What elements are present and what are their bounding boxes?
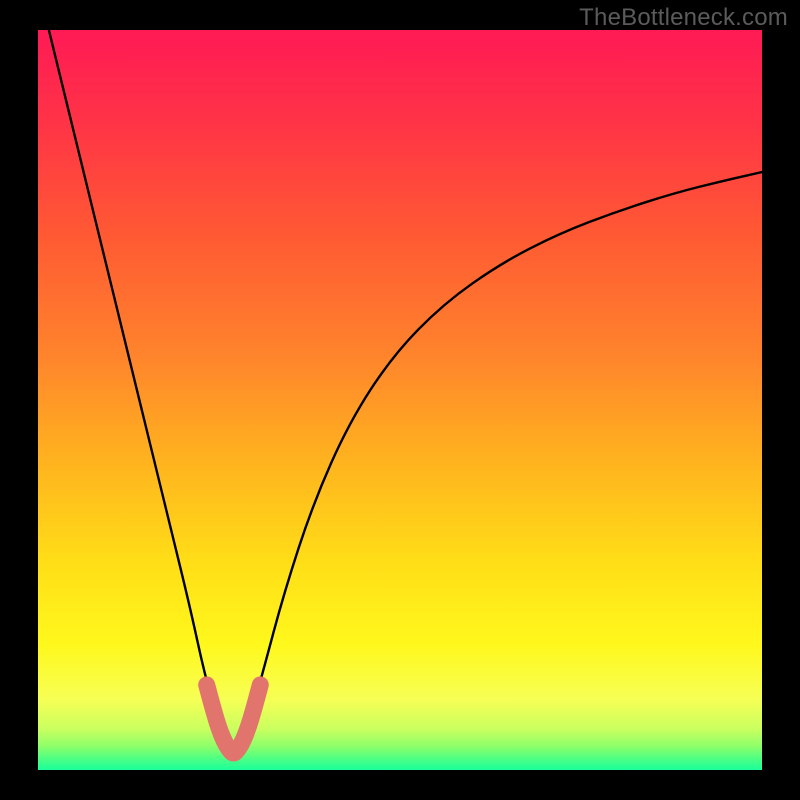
bottleneck-chart [0,0,800,800]
chart-frame: TheBottleneck.com [0,0,800,800]
watermark-text: TheBottleneck.com [579,4,788,32]
gradient-area [38,30,762,770]
